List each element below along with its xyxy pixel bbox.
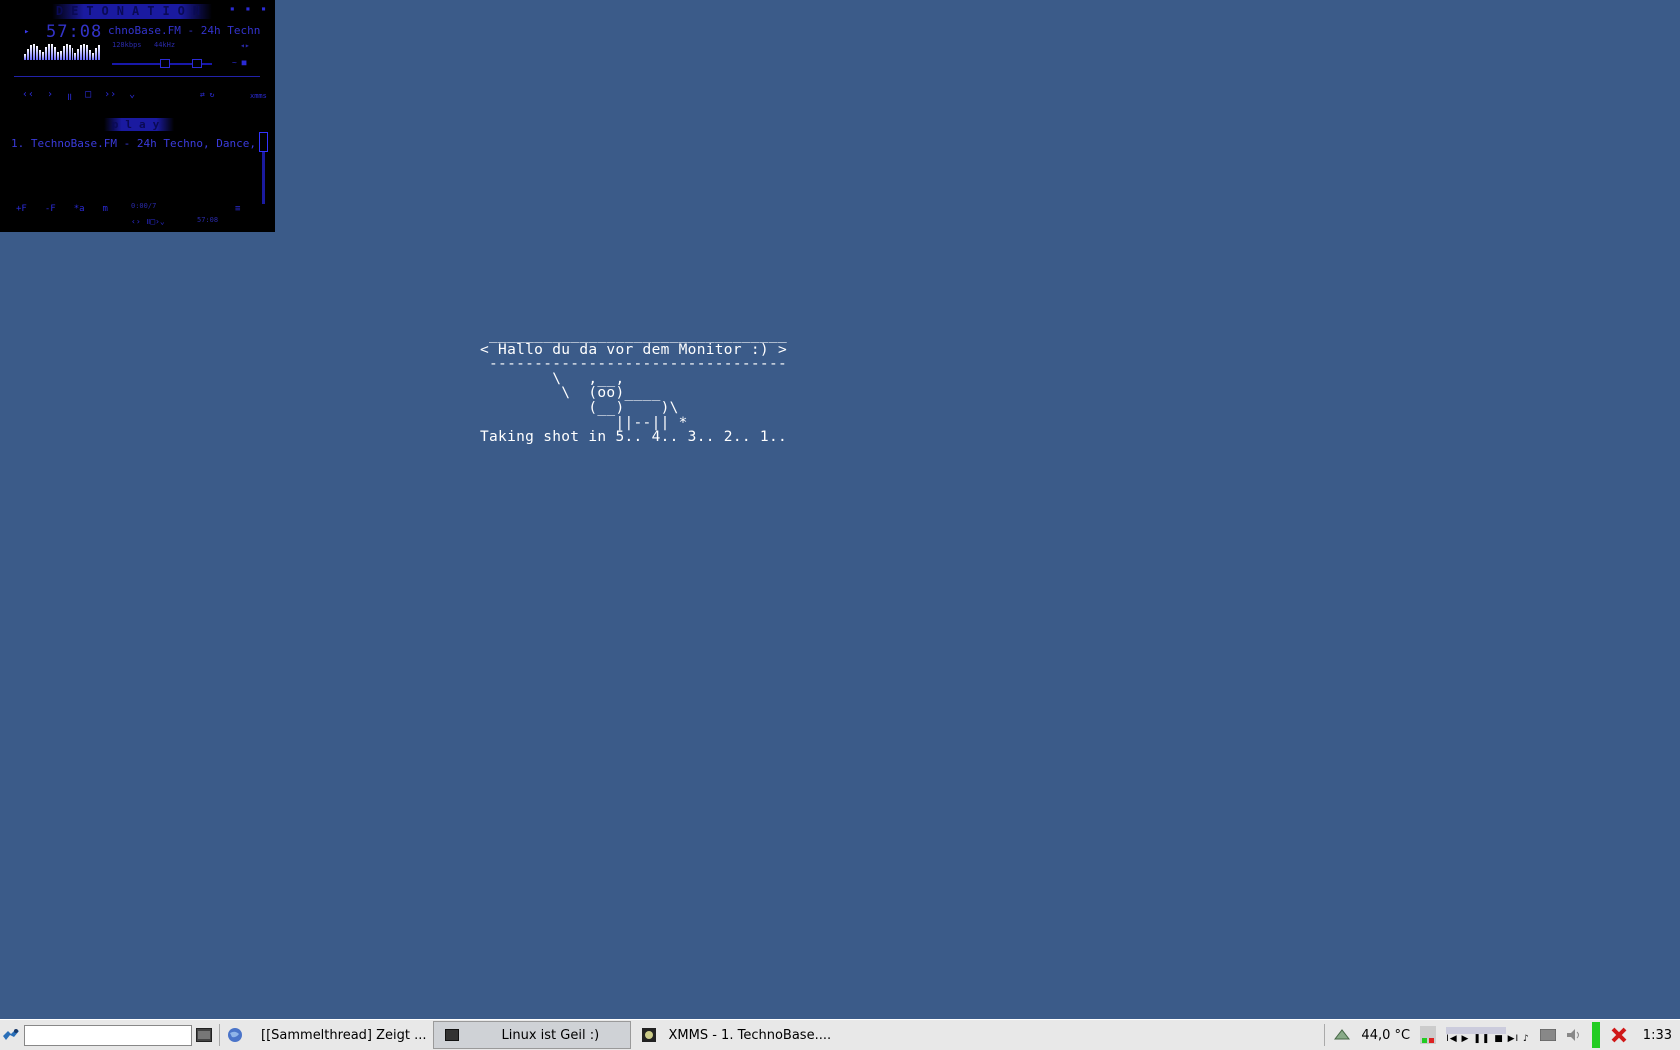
visualizer-bar [24, 54, 26, 60]
xmms-player-window[interactable]: DETONATION ▪ ▪ ▪ ▸ 57:08 chnoBase.FM - 2… [0, 0, 275, 232]
visualizer-bar [77, 49, 80, 60]
network-icon[interactable] [1333, 1027, 1351, 1043]
visualizer-bar [95, 48, 98, 60]
clock[interactable]: 1:33 [1643, 1028, 1672, 1043]
visualizer-bar [35, 46, 38, 60]
playlist-menu-button[interactable]: ≡ [235, 204, 240, 214]
xmms-samplerate: 44kHz [154, 41, 176, 49]
xmms-visualizer[interactable] [24, 42, 101, 60]
xmms-bitrate: 128kbps [112, 41, 142, 49]
run-command-input[interactable] [24, 1024, 192, 1046]
task-label: XMMS - 1. TechnoBase.... [668, 1027, 832, 1043]
xmms-time-display[interactable]: 57:08 [46, 22, 102, 42]
playlist-entry[interactable]: 1. TechnoBase.FM - 24h Techno, Dance,... [11, 137, 256, 150]
xmms-volume-slider[interactable] [160, 59, 170, 68]
playlist-scrollbar[interactable] [259, 132, 268, 152]
visualizer-bar [92, 53, 95, 60]
stop-button[interactable]: □ [85, 89, 91, 103]
visualizer-bar [86, 45, 89, 60]
visualizer-bar [56, 52, 59, 60]
browser-launcher-icon[interactable] [226, 1026, 244, 1044]
playlist-add-button[interactable]: +F [16, 204, 27, 214]
playlist-elapsed: 57:08 [197, 216, 219, 224]
visualizer-bar [62, 46, 65, 60]
xmms-window-buttons[interactable]: ▪ ▪ ▪ [230, 4, 269, 13]
xmms-seek-bar[interactable] [14, 76, 260, 77]
visualizer-bar [47, 44, 50, 60]
taskbar: [[Sammelthread] Zeigt ... Linux ist Geil… [0, 1019, 1680, 1050]
xmms-eq-pl-toggles[interactable]: ~ ■ [232, 58, 246, 67]
cpu-monitor-icon[interactable] [1420, 1026, 1437, 1044]
pause-button[interactable]: ॥ [66, 89, 72, 103]
visualizer-bar [50, 44, 53, 60]
playlist-time: 0:00/7 [131, 202, 157, 210]
xmms-controls: ‹‹ › ॥ □ ›› ⌄ [22, 89, 135, 103]
next-button[interactable]: ›› [104, 89, 116, 103]
playlist-select-button[interactable]: *a [74, 204, 85, 214]
xmms-icon [640, 1026, 658, 1044]
media-progress[interactable] [1446, 1026, 1507, 1034]
visualizer-bar [74, 53, 77, 60]
previous-button[interactable]: ‹‹ [22, 89, 34, 103]
xmms-stereo-indicator: ◂▸ [240, 41, 250, 50]
visualizer-bar [65, 44, 68, 60]
tray-separator [1324, 1024, 1326, 1046]
task-button-terminal[interactable]: Linux ist Geil :) [432, 1021, 631, 1049]
xmms-song-title: chnoBase.FM - 24h Techno, [108, 24, 260, 37]
task-button-xmms[interactable]: XMMS - 1. TechnoBase.... [631, 1021, 838, 1049]
task-label: [[Sammelthread] Zeigt ... [261, 1027, 427, 1043]
playlist-titlebar[interactable]: play [104, 118, 174, 131]
terminal-icon [443, 1026, 461, 1044]
playlist-remove-button[interactable]: -F [45, 204, 56, 214]
play-indicator-icon: ▸ [24, 27, 30, 37]
terminal-launcher-icon[interactable] [195, 1026, 213, 1044]
visualizer-bar [89, 50, 92, 60]
xmms-titlebar[interactable]: DETONATION [52, 4, 212, 19]
task-button-forum[interactable]: [[Sammelthread] Zeigt ... [247, 1021, 433, 1049]
xmms-logo[interactable]: xmms [250, 92, 267, 100]
media-controls[interactable]: I◀ ▶ ❚❚ ■ ▶I ♪ [1446, 1026, 1530, 1044]
xmms-balance-slider[interactable] [192, 59, 202, 68]
system-tray: 44,0 °C I◀ ▶ ❚❚ ■ ▶I ♪ 1:33 [1321, 1020, 1680, 1050]
playlist-misc-button[interactable]: m [103, 204, 108, 214]
shuffle-repeat-buttons[interactable]: ⇄ ↻ [200, 90, 214, 99]
visualizer-bar [83, 44, 86, 60]
volume-icon[interactable] [1566, 1028, 1582, 1042]
play-button[interactable]: › [47, 89, 53, 103]
playlist-buttons: +F -F *a m [16, 204, 108, 214]
visualizer-bar [71, 48, 74, 60]
task-label: Linux ist Geil :) [501, 1027, 600, 1043]
visualizer-bar [98, 45, 101, 60]
battery-icon[interactable] [1591, 1022, 1600, 1048]
playlist-mini-controls[interactable]: ‹› ॥□›⌄ [131, 216, 165, 227]
cowsay-message: _________________________________ < Hall… [480, 327, 788, 446]
visualizer-bar [26, 49, 29, 60]
visualizer-bar [44, 47, 47, 60]
eject-button[interactable]: ⌄ [129, 89, 135, 103]
start-menu-icon[interactable] [0, 1024, 22, 1046]
visualizer-bar [32, 44, 35, 60]
keyboard-icon[interactable] [1539, 1029, 1556, 1041]
visualizer-bar [38, 50, 41, 60]
logout-icon[interactable] [1610, 1026, 1628, 1044]
visualizer-bar [80, 45, 83, 60]
visualizer-bar [68, 45, 71, 60]
visualizer-bar [29, 45, 32, 60]
temperature-readout: 44,0 °C [1361, 1027, 1411, 1043]
visualizer-bar [59, 51, 62, 60]
visualizer-bar [53, 47, 56, 60]
taskbar-separator [219, 1024, 220, 1046]
visualizer-bar [41, 52, 44, 60]
